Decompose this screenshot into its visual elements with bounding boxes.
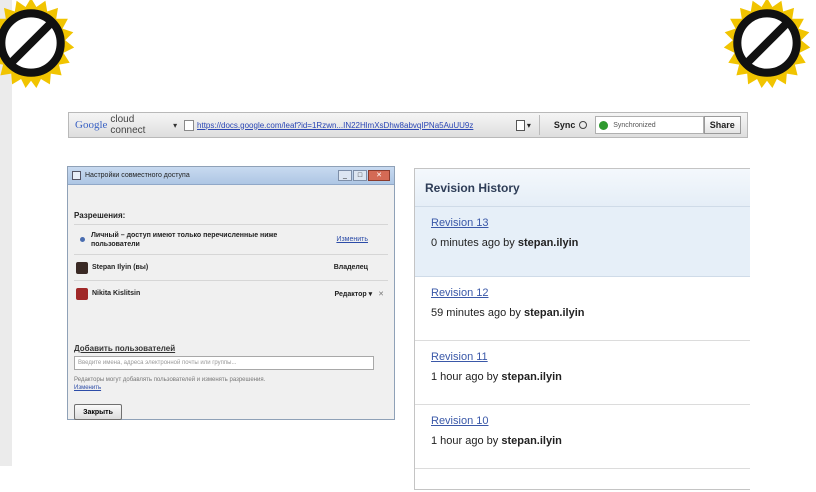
- revision-item[interactable]: Revision 13 0 minutes ago by stepan.ilyi…: [415, 207, 750, 277]
- sync-status-field: Synchronized: [595, 116, 704, 134]
- document-url-link[interactable]: https://docs.google.com/leaf?id=1Rzwn...…: [197, 121, 510, 130]
- collaborator-row-owner: Stepan Ilyin (вы) Владелец: [74, 254, 388, 280]
- revision-history-title: Revision History: [415, 169, 750, 207]
- permissions-heading: Разрешения:: [74, 211, 126, 220]
- revision-meta: 59 minutes ago by stepan.ilyin: [431, 307, 750, 319]
- synced-check-icon: [599, 120, 609, 130]
- editors-note: Редакторы могут добавлять пользователей …: [74, 376, 388, 392]
- toolbar-divider: [538, 115, 540, 135]
- revision-link[interactable]: Revision 10: [431, 415, 750, 427]
- collaborator-name: Stepan Ilyin (вы): [92, 264, 149, 271]
- minimize-button[interactable]: _: [338, 170, 352, 181]
- revision-user: stepan.ilyin: [501, 435, 562, 447]
- revision-link[interactable]: Revision 11: [431, 351, 750, 363]
- prohibited-icon: [722, 0, 812, 88]
- sync-status-text: Synchronized: [613, 121, 656, 129]
- close-button[interactable]: Закрыть: [74, 404, 122, 420]
- dialog-titlebar[interactable]: Настройки совместного доступа _ □ ✕: [68, 167, 394, 185]
- dialog-title: Настройки совместного доступа: [85, 172, 190, 179]
- collaborator-row-editor: Nikita Kislitsin Редактор ▾ ✕: [74, 280, 388, 306]
- revision-meta: 1 hour ago by stepan.ilyin: [431, 435, 750, 447]
- cloud-connect-toolbar: Google cloud connect ▾ https://docs.goog…: [68, 112, 748, 138]
- add-people-input[interactable]: Введите имена, адреса электронной почты …: [74, 356, 374, 370]
- revision-time: 59 minutes ago by: [431, 307, 521, 319]
- document-icon[interactable]: [515, 119, 525, 131]
- revision-item[interactable]: Revision 12 59 minutes ago by stepan.ily…: [415, 277, 750, 341]
- editors-note-text: Редакторы могут добавлять пользователей …: [74, 377, 266, 383]
- cloud-connect-label: cloud connect: [110, 114, 146, 136]
- menu-dropdown-caret[interactable]: ▾: [173, 121, 177, 130]
- sharing-settings-dialog: Настройки совместного доступа _ □ ✕ Разр…: [67, 166, 395, 420]
- revision-user: stepan.ilyin: [501, 371, 562, 383]
- app-icon: [72, 171, 81, 180]
- revision-time: 1 hour ago by: [431, 435, 499, 447]
- revision-link[interactable]: Revision 13: [431, 217, 750, 229]
- revision-item[interactable]: Revision 10 1 hour ago by stepan.ilyin: [415, 405, 750, 469]
- revision-link[interactable]: Revision 12: [431, 287, 750, 299]
- revision-user: stepan.ilyin: [517, 237, 579, 249]
- revision-item[interactable]: Revision 11 1 hour ago by stepan.ilyin: [415, 341, 750, 405]
- private-bullet-icon: [80, 237, 85, 242]
- revision-meta: 1 hour ago by stepan.ilyin: [431, 371, 750, 383]
- revision-time: 1 hour ago by: [431, 371, 499, 383]
- collaborator-name: Nikita Kislitsin: [92, 290, 141, 297]
- close-window-button[interactable]: ✕: [368, 170, 390, 181]
- prohibited-icon: [0, 0, 76, 88]
- document-dropdown-caret[interactable]: ▾: [527, 121, 531, 130]
- role-dropdown[interactable]: Редактор ▾: [335, 290, 373, 298]
- dialog-body: Разрешения: Личный – доступ имеют только…: [68, 185, 394, 426]
- maximize-button[interactable]: □: [353, 170, 367, 181]
- change-visibility-link[interactable]: Изменить: [336, 236, 368, 243]
- avatar: [76, 261, 88, 274]
- window-controls: _ □ ✕: [338, 170, 390, 181]
- remove-collaborator-icon[interactable]: ✕: [378, 290, 384, 298]
- visibility-row: Личный – доступ имеют только перечисленн…: [74, 224, 388, 254]
- document-link-icon: [184, 119, 195, 131]
- sync-button[interactable]: Sync: [554, 120, 576, 130]
- avatar: [76, 287, 88, 300]
- add-people-heading: Добавить пользователей: [74, 344, 176, 353]
- google-logo: Google: [75, 119, 108, 131]
- owner-role-label: Владелец: [333, 264, 368, 271]
- editors-note-change-link[interactable]: Изменить: [74, 385, 101, 391]
- revision-meta: 0 minutes ago by stepan.ilyin: [431, 237, 750, 249]
- revision-user: stepan.ilyin: [523, 307, 585, 319]
- revision-history-panel: Revision History Revision 13 0 minutes a…: [414, 168, 750, 490]
- visibility-text: Личный – доступ имеют только перечисленн…: [91, 231, 278, 248]
- revision-time: 0 minutes ago by: [431, 237, 515, 249]
- share-button[interactable]: Share: [703, 116, 741, 134]
- sync-icon[interactable]: [579, 121, 588, 129]
